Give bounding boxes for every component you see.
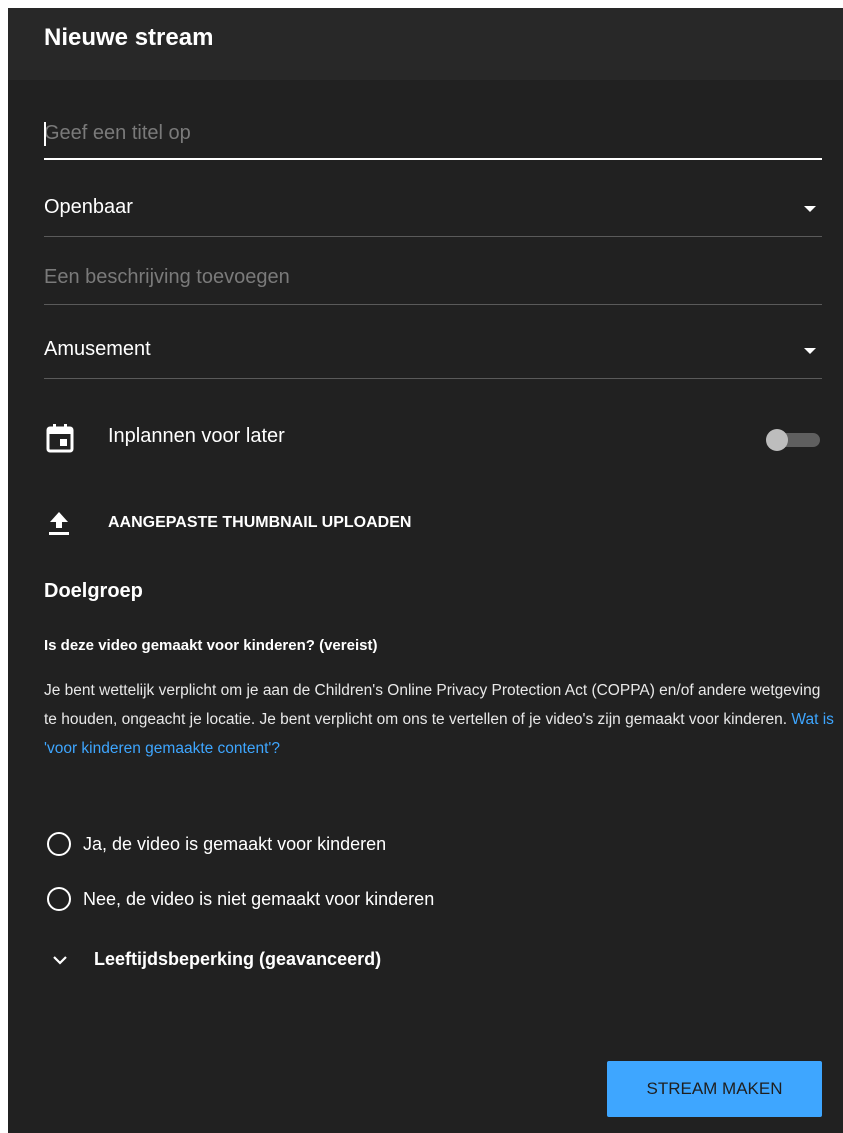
schedule-toggle[interactable] (766, 427, 822, 451)
calendar-icon (46, 423, 74, 453)
radio-circle[interactable] (47, 832, 71, 856)
upload-icon (48, 510, 70, 536)
age-restriction-label: Leeftijdsbeperking (geavanceerd) (94, 949, 382, 969)
dropdown-arrow-icon (804, 348, 816, 354)
description-placeholder: Een beschrijving toevoegen (44, 266, 290, 288)
dropdown-arrow-icon (804, 206, 816, 212)
description-field[interactable]: Een beschrijving toevoegen (44, 256, 822, 305)
radio-label: Ja, de video is gemaakt voor kinderen (83, 834, 387, 854)
visibility-select[interactable]: Openbaar (44, 188, 822, 237)
title-input[interactable] (44, 108, 822, 160)
toggle-thumb (766, 429, 788, 451)
chevron-down-icon (52, 955, 68, 967)
visibility-value: Openbaar (44, 196, 133, 218)
dialog-header: Nieuwe stream (8, 8, 843, 80)
new-stream-dialog: Nieuwe stream Openbaar Een beschrijving … (8, 8, 843, 1133)
audience-title: Doelgroep (44, 580, 143, 602)
radio-circle[interactable] (47, 887, 71, 911)
create-stream-button[interactable]: STREAM MAKEN (607, 1061, 822, 1117)
radio-label: Nee, de video is niet gemaakt voor kinde… (83, 889, 435, 909)
category-select[interactable]: Amusement (44, 330, 822, 379)
audience-description: Je bent wettelijk verplicht om je aan de… (44, 676, 834, 763)
schedule-label: Inplannen voor later (108, 425, 285, 447)
schedule-row: Inplannen voor later (44, 413, 822, 457)
audience-question: Is deze video gemaakt voor kinderen? (ve… (44, 637, 378, 654)
coppa-text: Je bent wettelijk verplicht om je aan de… (44, 682, 821, 728)
text-cursor (44, 122, 46, 146)
dialog-title: Nieuwe stream (44, 24, 214, 51)
category-value: Amusement (44, 338, 151, 360)
upload-thumbnail-label: AANGEPASTE THUMBNAIL UPLOADEN (108, 514, 412, 531)
